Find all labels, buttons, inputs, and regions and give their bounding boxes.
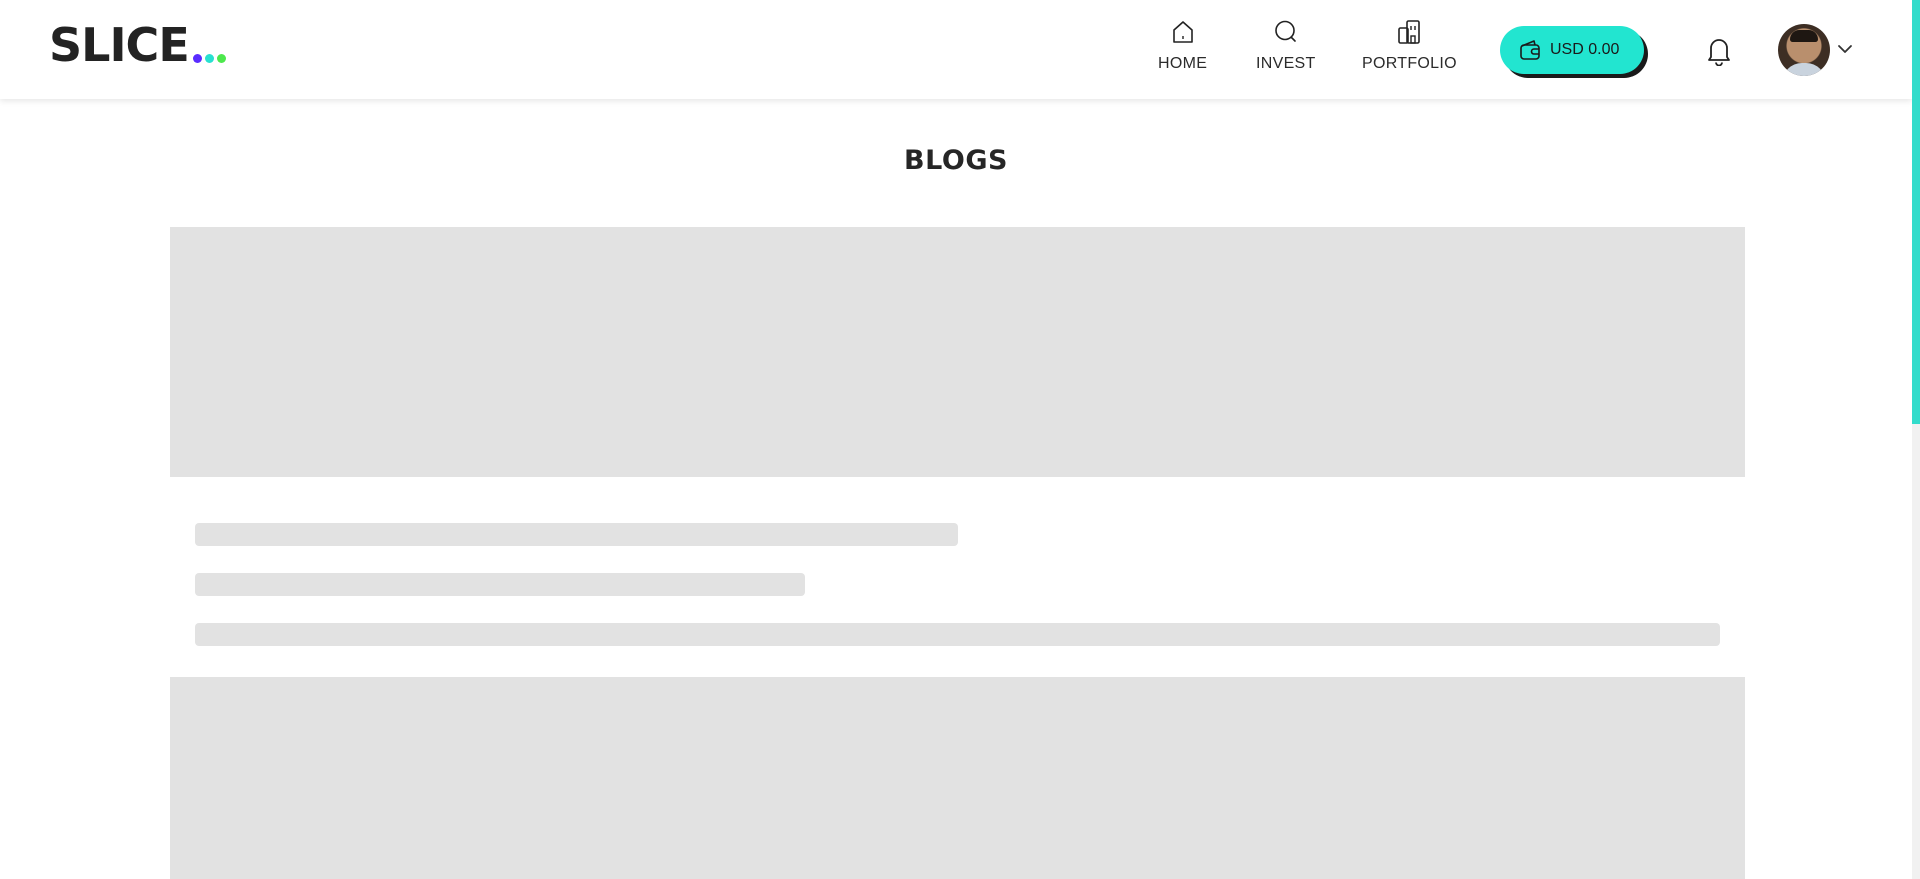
avatar-hair xyxy=(1790,30,1818,42)
wallet-icon xyxy=(1520,40,1540,60)
nav-label-portfolio: PORTFOLIO xyxy=(1362,55,1457,72)
logo-dots xyxy=(192,54,226,63)
nav-item-portfolio[interactable]: PORTFOLIO xyxy=(1362,18,1457,73)
home-icon xyxy=(1172,21,1193,43)
blog-subtitle-skeleton xyxy=(195,573,805,596)
blog-image-skeleton-2 xyxy=(170,677,1745,879)
scrollbar-thumb[interactable] xyxy=(1912,0,1920,424)
chevron-down-icon[interactable] xyxy=(1836,40,1854,58)
page-title: BLOGS xyxy=(904,145,1008,176)
nav-label-invest: INVEST xyxy=(1256,55,1316,72)
nav-item-home[interactable]: HOME xyxy=(1158,18,1207,73)
logo-dot-teal xyxy=(204,54,214,63)
slice-logo[interactable]: SLICE xyxy=(49,22,226,68)
search-icon xyxy=(1274,20,1296,42)
blog-excerpt-skeleton xyxy=(195,623,1720,646)
logo-text: SLICE xyxy=(49,18,190,72)
top-navbar: SLICE HOME INVEST PORTFOLIO USD 0.00 xyxy=(0,0,1912,99)
nav-label-home: HOME xyxy=(1158,55,1208,72)
wallet-balance-button[interactable]: USD 0.00 xyxy=(1500,26,1644,74)
bell-icon[interactable] xyxy=(1705,34,1733,66)
logo-dot-green xyxy=(216,54,226,63)
wallet-balance-label: USD 0.00 xyxy=(1550,41,1620,58)
avatar-shirt xyxy=(1782,63,1826,76)
nav-item-invest[interactable]: INVEST xyxy=(1256,18,1316,73)
blog-title-skeleton xyxy=(195,523,958,546)
avatar[interactable] xyxy=(1778,24,1830,76)
logo-dot-purple xyxy=(192,54,202,63)
buildings-icon xyxy=(1398,20,1421,44)
blog-image-skeleton xyxy=(170,227,1745,477)
